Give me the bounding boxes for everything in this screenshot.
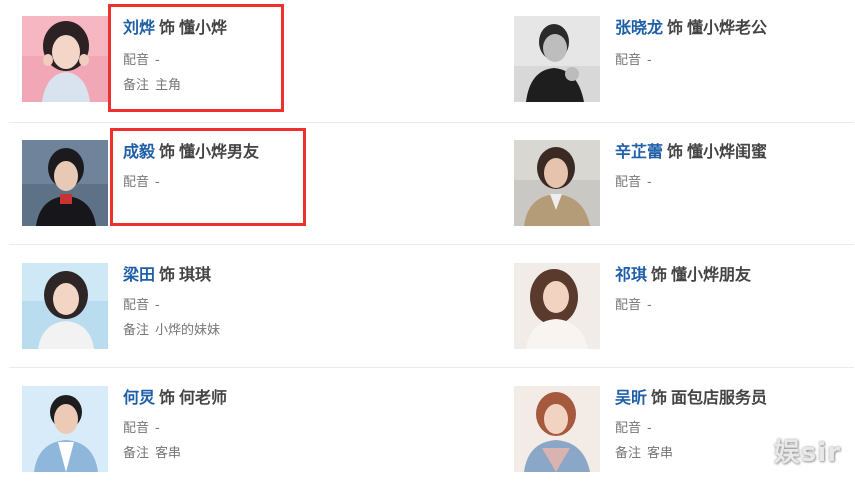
note-value: 客串 — [647, 446, 674, 461]
actor-name-link[interactable]: 何炅 — [123, 388, 155, 407]
row-divider — [9, 122, 854, 123]
actor-name-link[interactable]: 辛芷蕾 — [615, 142, 663, 161]
actor-name-link[interactable]: 祁琪 — [615, 265, 647, 284]
dub-value: - — [647, 53, 652, 68]
as-word: 饰 — [651, 265, 668, 284]
dub-value: - — [155, 421, 160, 436]
note-row: 备注 客串 — [123, 444, 181, 464]
cast-card: 何炅饰何老师 配音 - 备注 客串 — [22, 386, 362, 482]
dub-value: - — [647, 298, 652, 313]
as-word: 饰 — [159, 265, 176, 284]
actor-name-link[interactable]: 张晓龙 — [615, 18, 663, 37]
cast-card: 梁田饰琪琪 配音 - 备注 小烨的妹妹 — [22, 263, 362, 359]
highlight-box — [108, 4, 284, 112]
actor-portrait-bw[interactable] — [514, 16, 600, 102]
dub-label: 配音 — [123, 298, 150, 313]
row-divider — [9, 367, 854, 368]
role-name: 懂小烨闺蜜 — [687, 142, 768, 161]
role-name: 何老师 — [179, 388, 228, 407]
actor-portrait-dark[interactable] — [22, 140, 108, 226]
cast-card: 祁琪饰懂小烨朋友 配音 - — [514, 263, 854, 359]
role-name: 懂小烨朋友 — [671, 265, 752, 284]
note-label: 备注 — [615, 446, 642, 461]
dub-value: - — [647, 175, 652, 190]
actress-portrait-denim[interactable] — [514, 386, 600, 472]
dub-row: 配音 - — [123, 419, 160, 439]
as-word: 饰 — [159, 388, 176, 407]
cast-name-line: 祁琪饰懂小烨朋友 — [615, 263, 751, 287]
actor-name-link[interactable]: 梁田 — [123, 265, 155, 284]
dub-label: 配音 — [123, 421, 150, 436]
cast-card: 辛芷蕾饰懂小烨闺蜜 配音 - — [514, 140, 854, 236]
watermark: 娱sir — [773, 438, 841, 468]
role-name: 琪琪 — [179, 265, 212, 284]
dub-row: 配音 - — [615, 296, 652, 316]
dub-label: 配音 — [615, 175, 642, 190]
actor-portrait-blue-shirt[interactable] — [22, 386, 108, 472]
cast-card: 张晓龙饰懂小烨老公 配音 - — [514, 16, 854, 112]
note-row: 备注 客串 — [615, 444, 673, 464]
cast-name-line: 梁田饰琪琪 — [123, 263, 211, 287]
dub-label: 配音 — [615, 421, 642, 436]
cast-name-line: 何炅饰何老师 — [123, 386, 227, 410]
role-name: 面包店服务员 — [671, 388, 768, 407]
note-label: 备注 — [123, 323, 150, 338]
actress-portrait-white[interactable] — [514, 263, 600, 349]
note-row: 备注 小烨的妹妹 — [123, 321, 220, 341]
actress-portrait-pink[interactable] — [22, 16, 108, 102]
cast-name-line: 张晓龙饰懂小烨老公 — [615, 16, 767, 40]
dub-label: 配音 — [615, 298, 642, 313]
highlight-box — [110, 128, 306, 226]
row-divider — [9, 244, 854, 245]
note-value: 客串 — [155, 446, 182, 461]
dub-value: - — [647, 421, 652, 436]
cast-name-line: 吴昕饰面包店服务员 — [615, 386, 767, 410]
dub-row: 配音 - — [123, 296, 160, 316]
actress-portrait-trench[interactable] — [514, 140, 600, 226]
as-word: 饰 — [667, 142, 684, 161]
dub-value: - — [155, 298, 160, 313]
as-word: 饰 — [667, 18, 684, 37]
role-name: 懂小烨老公 — [687, 18, 768, 37]
as-word: 饰 — [651, 388, 668, 407]
dub-row: 配音 - — [615, 173, 652, 193]
dub-label: 配音 — [615, 53, 642, 68]
cast-name-line: 辛芷蕾饰懂小烨闺蜜 — [615, 140, 767, 164]
cast-list-page: 刘烨饰懂小烨 配音 - 备注 主角 张晓龙饰懂小烨老公 配音 - 成毅 饰 懂小… — [0, 0, 855, 487]
actress-portrait-blue[interactable] — [22, 263, 108, 349]
actor-name-link[interactable]: 吴昕 — [615, 388, 647, 407]
dub-row: 配音 - — [615, 51, 652, 71]
note-label: 备注 — [123, 446, 150, 461]
note-value: 小烨的妹妹 — [155, 323, 221, 338]
dub-row: 配音 - — [615, 419, 652, 439]
